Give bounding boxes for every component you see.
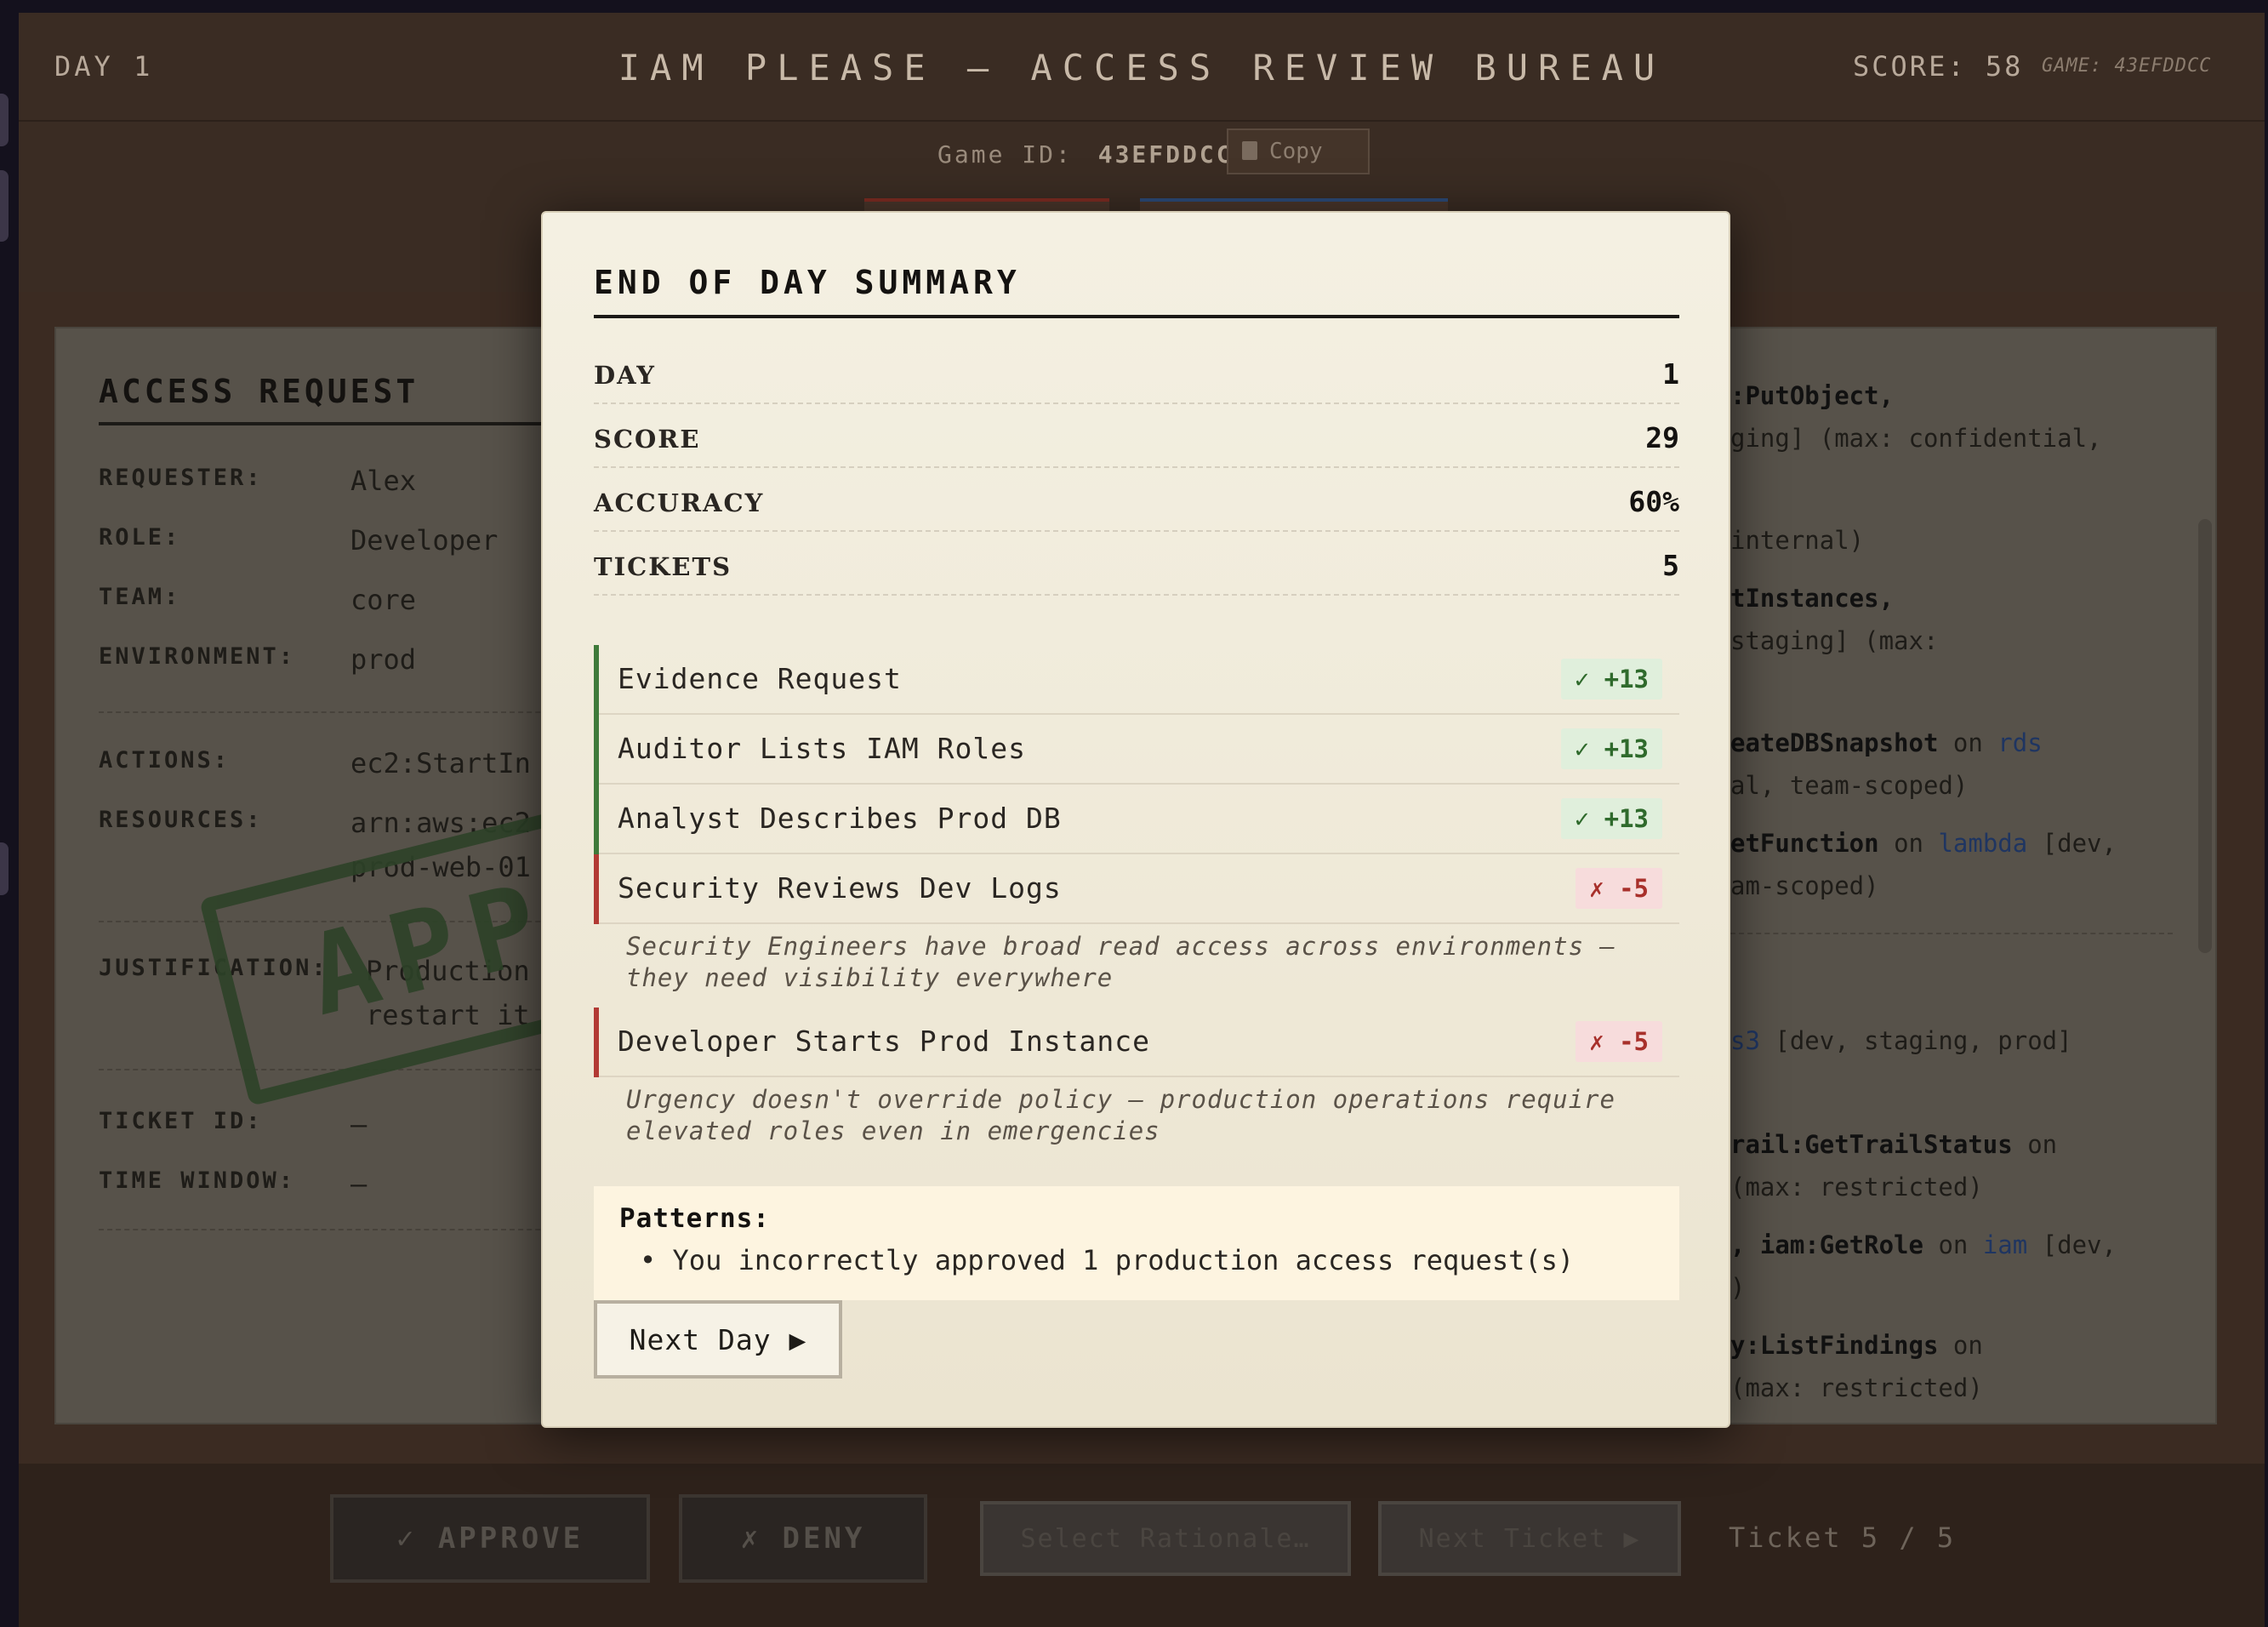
result-label: Security Reviews Dev Logs: [618, 871, 1062, 905]
stat-accuracy: ACCURACY 60%: [594, 468, 1679, 532]
stat-value: 29: [1645, 421, 1679, 454]
stat-value: 5: [1662, 549, 1679, 582]
result-badge: ✗ -5: [1576, 1021, 1662, 1062]
stat-score: SCORE 29: [594, 404, 1679, 468]
result-indicator: [594, 715, 599, 785]
result-row: Auditor Lists IAM Roles ✓ +13: [594, 715, 1679, 785]
summary-title: END OF DAY SUMMARY: [594, 264, 1021, 301]
title-rule: [594, 315, 1679, 318]
result-row: Security Reviews Dev Logs ✗ -5: [594, 854, 1679, 924]
stat-value: 1: [1662, 357, 1679, 391]
result-indicator: [594, 854, 599, 924]
explanation-line: Urgency doesn't override policy — produc…: [626, 1085, 1616, 1114]
explanation-line: elevated roles even in emergencies: [626, 1116, 1160, 1145]
stat-key: DAY: [594, 361, 656, 390]
stat-key: TICKETS: [594, 552, 732, 581]
result-badge: ✓ +13: [1560, 659, 1662, 699]
result-indicator: [594, 645, 599, 715]
next-day-button[interactable]: Next Day ▶: [594, 1300, 842, 1379]
stat-value: 60%: [1628, 485, 1679, 518]
result-label: Analyst Describes Prod DB: [618, 802, 1062, 835]
stat-day: DAY 1: [594, 340, 1679, 404]
result-indicator: [594, 785, 599, 854]
stat-key: SCORE: [594, 425, 701, 454]
result-indicator: [594, 1008, 599, 1077]
pattern-text: You incorrectly approved 1 production ac…: [672, 1244, 1575, 1276]
result-label: Developer Starts Prod Instance: [618, 1025, 1151, 1058]
patterns-heading: Patterns:: [619, 1203, 770, 1234]
result-badge: ✓ +13: [1560, 798, 1662, 839]
patterns-box: Patterns: • You incorrectly approved 1 p…: [594, 1186, 1679, 1300]
result-badge: ✗ -5: [1576, 868, 1662, 909]
result-row: Evidence Request ✓ +13: [594, 645, 1679, 715]
stat-key: ACCURACY: [594, 488, 765, 517]
pattern-item: • You incorrectly approved 1 production …: [640, 1244, 1575, 1276]
result-label: Auditor Lists IAM Roles: [618, 732, 1026, 765]
result-explanation: Security Engineers have broad read acces…: [626, 931, 1673, 994]
explanation-line: they need visibility everywhere: [626, 963, 1114, 992]
end-of-day-summary-modal: END OF DAY SUMMARY DAY 1 SCORE 29 ACCURA…: [541, 211, 1730, 1428]
stat-tickets: TICKETS 5: [594, 532, 1679, 596]
explanation-line: Security Engineers have broad read acces…: [626, 932, 1616, 961]
result-row: Developer Starts Prod Instance ✗ -5: [594, 1008, 1679, 1077]
result-badge: ✓ +13: [1560, 728, 1662, 769]
result-label: Evidence Request: [618, 662, 902, 695]
result-row: Analyst Describes Prod DB ✓ +13: [594, 785, 1679, 854]
result-explanation: Urgency doesn't override policy — produc…: [626, 1084, 1673, 1147]
